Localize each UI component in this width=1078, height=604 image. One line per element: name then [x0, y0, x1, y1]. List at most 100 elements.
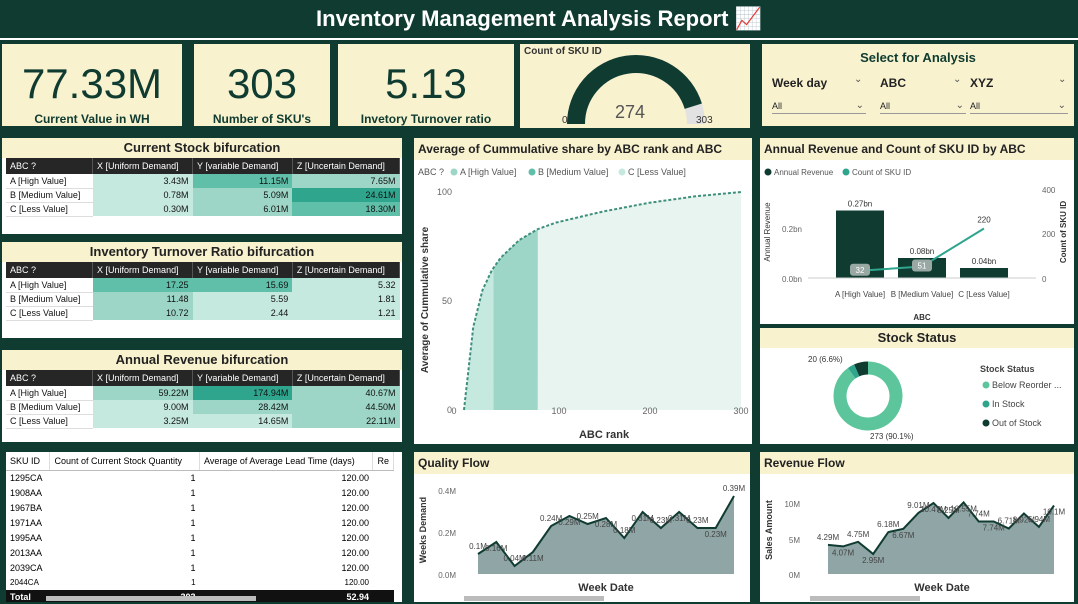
filter-abc-select[interactable]: All ⌄: [880, 98, 966, 114]
filter-weekday-label: Week day: [772, 76, 828, 90]
col-header[interactable]: Average of Average Lead Time (days): [199, 452, 374, 471]
row-label: C [Less Value]: [6, 414, 93, 429]
col-header[interactable]: SKU ID: [6, 452, 51, 471]
filter-weekday-select[interactable]: All ⌄: [772, 98, 866, 114]
kpi-turnover-ratio: 5.13 Invetory Turnover ratio: [338, 44, 514, 126]
x-axis-label: Week Date: [578, 582, 633, 594]
abc-bars-group: 0.27bn 0.08bn 0.04bn 32 51 220: [808, 200, 1036, 279]
abc-chart-card: Annual Revenue and Count of SKU ID by AB…: [760, 138, 1074, 324]
table-row[interactable]: 2044CA 1 120.00: [6, 575, 394, 590]
kpi-value: 303: [226, 60, 298, 107]
row-label: C [Less Value]: [6, 306, 93, 321]
horizontal-scrollbar[interactable]: [46, 596, 256, 601]
row-label: A [High Value]: [6, 386, 93, 401]
sku-id: 2039CA: [6, 560, 50, 575]
cell: 6.01M: [192, 202, 293, 216]
stock-count: 1: [49, 560, 200, 575]
sku-id: 2013AA: [6, 545, 50, 560]
stock-matrix: ABC ? X [Uniform Demand] Y [variable Deman…: [6, 158, 401, 217]
x-tick: 200: [642, 406, 657, 416]
cumulative-band-2: [537, 192, 741, 410]
kpi-label: Number of SKU's: [212, 112, 312, 126]
gauge-value: 274: [615, 102, 645, 122]
cell: 40.67M: [292, 386, 400, 400]
chevron-down-icon: ⌄: [955, 100, 964, 111]
table-row[interactable]: 1967BA 1 120.00: [6, 500, 394, 515]
filter-title: Select for Analysis: [860, 50, 976, 65]
point-label: 4.75M: [847, 530, 870, 539]
stock-matrix-card: Current Stock bifurcation ABC ? X [Unifor…: [2, 138, 402, 234]
col-header[interactable]: Re: [372, 452, 394, 471]
sku-id: 1995AA: [6, 530, 50, 545]
chart-title: Annual Revenue and Count of SKU ID by AB…: [760, 138, 1074, 160]
x-axis-label: Week Date: [914, 582, 969, 594]
stock-count: 1: [49, 500, 200, 515]
x-tick: B [Medium Value]: [891, 290, 954, 299]
cell: 174.94M: [192, 386, 293, 400]
col-header: ABC ?: [6, 370, 94, 386]
revenue-matrix: ABC ? X [Uniform Demand] Y [variable Deman…: [6, 370, 401, 429]
table-row[interactable]: 1995AA 1 120.00: [6, 530, 394, 545]
cell: 0.78M: [92, 188, 193, 202]
filter-xyz-select[interactable]: All ⌄: [970, 98, 1068, 114]
turnover-matrix: ABC ? X [Uniform Demand] Y [variable Deman…: [6, 262, 401, 321]
y-tick: 0.2bn: [782, 225, 802, 234]
col-header[interactable]: Count of Current Stock Quantity: [49, 452, 201, 471]
revenue-bar: [960, 268, 1008, 278]
sku-id: 2044CA: [6, 575, 50, 590]
total-label: Total: [6, 590, 50, 602]
cell: 0.30M: [92, 202, 193, 216]
x-tick: 0: [451, 406, 456, 416]
cell: 11.48: [92, 292, 193, 306]
point-label: 7.74M: [968, 510, 991, 519]
lead-time: 120.00: [199, 470, 373, 485]
sku-id: 1295CA: [6, 470, 50, 485]
legend-label: Count of SKU ID: [852, 168, 911, 177]
point-label: 2.95M: [862, 556, 885, 565]
table-row[interactable]: 1908AA 1 120.00: [6, 485, 394, 500]
cumulative-band-0: [464, 267, 494, 410]
legend-marker-revenue: [764, 168, 772, 176]
cell: 5.59: [192, 292, 293, 306]
cumulative-chart: ABC ? A [High Value] B [Medium Value] C …: [418, 167, 749, 441]
point-label: 0.18M: [613, 526, 636, 535]
y-axis-label-right: Count of SKU ID: [1059, 201, 1068, 263]
chart-title: Stock Status: [760, 328, 1074, 348]
col-header: Z [Uncertain Demand]: [292, 262, 401, 278]
legend-label: B [Medium Value]: [538, 167, 608, 177]
legend-marker-c: [618, 168, 626, 176]
revenue-matrix-title: Annual Revenue bifurcation: [2, 350, 402, 370]
horizontal-scrollbar[interactable]: [464, 596, 604, 601]
report-title: Inventory Management Analysis Report 📈: [0, 0, 1078, 40]
horizontal-scrollbar[interactable]: [810, 596, 920, 601]
table-row[interactable]: 2039CA 1 120.00: [6, 560, 394, 575]
quality-flow-card: Quality Flow 0.1M 0.16M 0.04M 0.11M 0.24M 0.2…: [414, 452, 750, 602]
stock-count: 1: [49, 515, 200, 530]
col-header: X [Uniform Demand]: [92, 158, 194, 174]
table-row[interactable]: 1295CA 1 120.00: [6, 470, 394, 485]
revenue-area-group: 4.29M4.07M4.75M2.95M6.18M6.67M9.01M10.47…: [817, 500, 1066, 574]
gauge-min: 0: [562, 115, 568, 126]
donut-slice: [847, 364, 860, 379]
y-tick: 0: [447, 405, 452, 415]
select-value: All: [970, 101, 981, 111]
cell: 3.25M: [92, 414, 193, 428]
cell: 2.44: [192, 306, 293, 320]
point-label: 10.1M: [1043, 507, 1066, 516]
cell: 59.22M: [92, 386, 193, 400]
table-row[interactable]: 2013AA 1 120.00: [6, 545, 394, 560]
stock-count: 1: [49, 485, 200, 500]
sku-id: 1908AA: [6, 485, 50, 500]
table-row[interactable]: 1971AA 1 120.00: [6, 515, 394, 530]
sku-gauge-card: Count of SKU ID 274 0 303: [520, 44, 750, 128]
chevron-down-icon: ⌄: [1057, 100, 1066, 111]
y-axis-label: Weeks Demand: [418, 497, 428, 563]
sku-table-card: SKU ID Count of Current Stock Quantity A…: [6, 452, 402, 602]
legend-label: Out of Stock: [992, 418, 1042, 428]
y-tick: 0.0M: [438, 571, 456, 580]
quality-flow-chart: 0.1M0.16M0.04M0.11M0.24M0.29M0.25M0.28M0…: [418, 484, 745, 594]
legend-label: A [High Value]: [460, 167, 516, 177]
line-label: 220: [977, 216, 991, 225]
y-tick: 0: [1042, 275, 1047, 284]
cell: 3.43M: [92, 174, 193, 188]
